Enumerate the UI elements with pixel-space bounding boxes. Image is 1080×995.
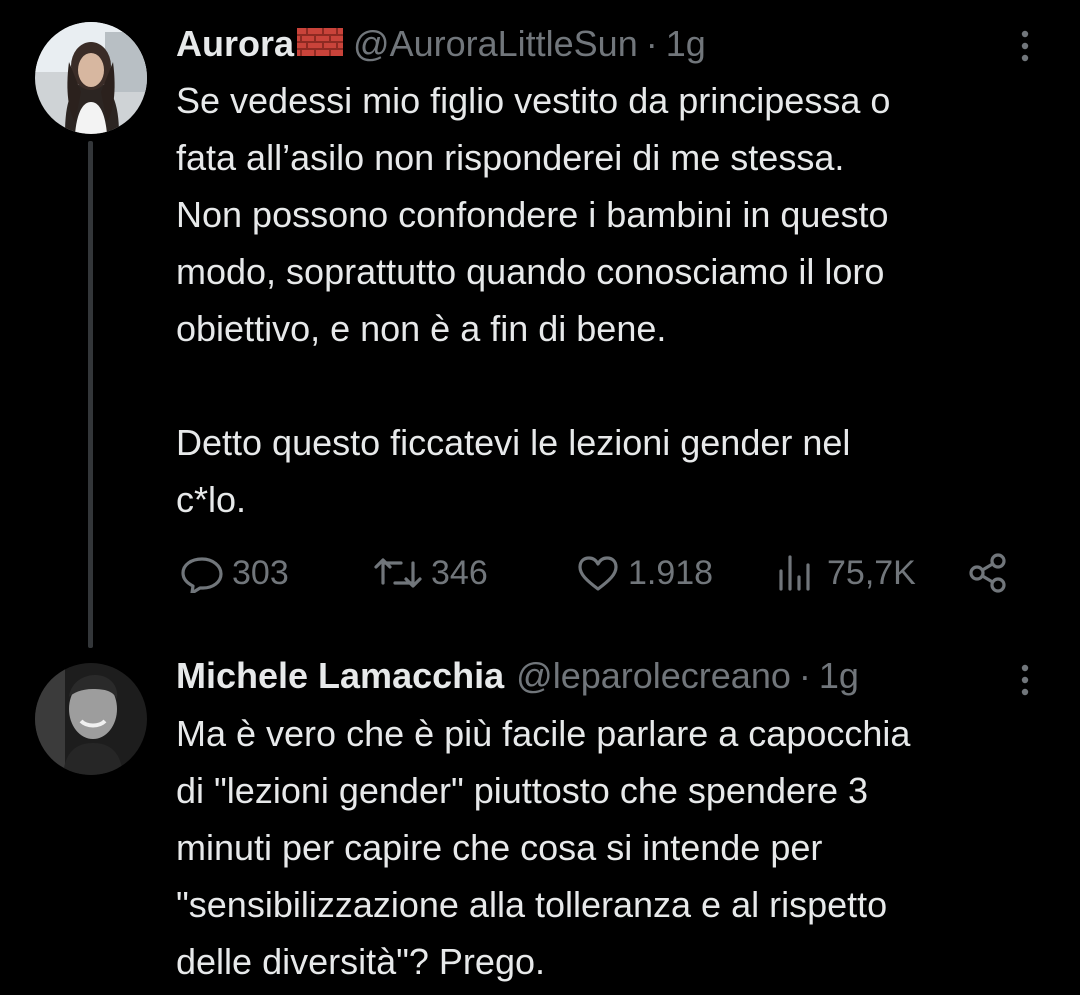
heart-icon (578, 556, 618, 591)
separator-dot: · (645, 23, 658, 64)
tweet-text: Se vedessi mio figlio vestito da princip… (176, 80, 891, 520)
more-options-icon[interactable] (1013, 24, 1037, 68)
timestamp[interactable]: 1g (666, 22, 706, 66)
reply-count: 303 (232, 553, 289, 592)
reply-button[interactable]: 303 (178, 548, 289, 598)
avatar-photo (35, 22, 147, 134)
tweet-actions: 303 346 1.918 75,7K (178, 548, 1018, 598)
tweet-aurora[interactable]: Aurora @AuroraLittleSun · 1g Se vedessi … (0, 0, 1080, 650)
timestamp[interactable]: 1g (819, 654, 859, 698)
tweet-text: Ma è vero che è più facile parlare a cap… (176, 713, 911, 982)
tweet-header: Michele Lamacchia @leparolecreano · 1g (176, 654, 859, 704)
display-name[interactable]: Aurora (176, 22, 294, 66)
reply-icon (181, 557, 223, 593)
share-icon (969, 553, 1006, 593)
like-button[interactable]: 1.918 (574, 548, 713, 598)
avatar[interactable] (35, 22, 147, 134)
views-count: 75,7K (827, 553, 916, 592)
tweet-michele[interactable]: Michele Lamacchia @leparolecreano · 1g M… (0, 650, 1080, 995)
avatar-photo (35, 663, 147, 775)
thread-line (88, 141, 93, 648)
views-button[interactable]: 75,7K (773, 548, 916, 598)
brick-flag-icon (297, 22, 344, 56)
avatar[interactable] (35, 663, 147, 775)
handle[interactable]: @AuroraLittleSun (353, 22, 638, 66)
tweet-header: Aurora @AuroraLittleSun · 1g (176, 22, 706, 72)
more-options-icon[interactable] (1013, 658, 1037, 702)
separator-dot: · (798, 655, 811, 696)
views-chart-icon (779, 555, 810, 591)
display-name[interactable]: Michele Lamacchia (176, 654, 504, 698)
retweet-button[interactable]: 346 (371, 548, 488, 598)
handle[interactable]: @leparolecreano (516, 654, 791, 698)
retweet-icon (374, 558, 422, 588)
share-button[interactable] (966, 548, 1010, 598)
like-count: 1.918 (628, 553, 714, 592)
retweet-count: 346 (431, 553, 488, 592)
